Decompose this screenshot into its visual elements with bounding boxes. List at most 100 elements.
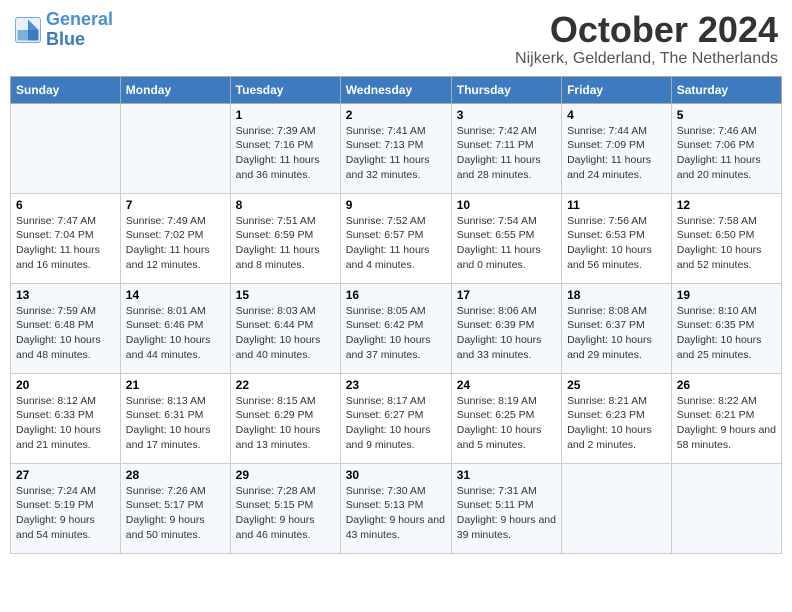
day-info: Sunrise: 8:06 AMSunset: 6:39 PMDaylight:…: [457, 304, 556, 363]
title-block: October 2024 Nijkerk, Gelderland, The Ne…: [515, 10, 778, 68]
day-info: Sunrise: 7:56 AMSunset: 6:53 PMDaylight:…: [567, 214, 666, 273]
calendar-cell: 27Sunrise: 7:24 AMSunset: 5:19 PMDayligh…: [11, 463, 121, 553]
calendar-cell: 12 Sunrise: 7:58 AMSunset: 6:50 PMDayligh…: [671, 193, 781, 283]
calendar-cell: 3 Sunrise: 7:42 AMSunset: 7:11 PMDaylight…: [451, 103, 561, 193]
calendar-cell: 25 Sunrise: 8:21 AMSunset: 6:23 PMDayligh…: [562, 373, 672, 463]
calendar-cell: 21 Sunrise: 8:13 AMSunset: 6:31 PMDayligh…: [120, 373, 230, 463]
day-info: Sunrise: 8:17 AMSunset: 6:27 PMDaylight:…: [346, 394, 446, 453]
calendar-cell: 8 Sunrise: 7:51 AMSunset: 6:59 PMDaylight…: [230, 193, 340, 283]
calendar-cell: 14Sunrise: 8:01 AMSunset: 6:46 PMDayligh…: [120, 283, 230, 373]
day-number: 9: [346, 198, 446, 212]
day-info: Sunrise: 7:46 AMSunset: 7:06 PMDaylight:…: [677, 124, 776, 183]
calendar-cell: [562, 463, 672, 553]
day-number: 11: [567, 198, 666, 212]
calendar-week-row: 27Sunrise: 7:24 AMSunset: 5:19 PMDayligh…: [11, 463, 782, 553]
calendar-cell: [120, 103, 230, 193]
day-info: Sunrise: 7:31 AMSunset: 5:11 PMDaylight:…: [457, 484, 556, 543]
day-info: Sunrise: 8:22 AMSunset: 6:21 PMDaylight:…: [677, 394, 776, 453]
day-number: 15: [236, 288, 335, 302]
calendar-cell: 23 Sunrise: 8:17 AMSunset: 6:27 PMDayligh…: [340, 373, 451, 463]
calendar-cell: 22Sunrise: 8:15 AMSunset: 6:29 PMDayligh…: [230, 373, 340, 463]
day-number: 4: [567, 108, 666, 122]
logo-line2: Blue: [46, 29, 85, 49]
calendar-cell: 13 Sunrise: 7:59 AMSunset: 6:48 PMDayligh…: [11, 283, 121, 373]
day-info: Sunrise: 7:42 AMSunset: 7:11 PMDaylight:…: [457, 124, 556, 183]
header-day-thursday: Thursday: [451, 76, 561, 103]
header-day-saturday: Saturday: [671, 76, 781, 103]
calendar-cell: 5 Sunrise: 7:46 AMSunset: 7:06 PMDaylight…: [671, 103, 781, 193]
day-info: Sunrise: 8:10 AMSunset: 6:35 PMDaylight:…: [677, 304, 776, 363]
calendar-table: SundayMondayTuesdayWednesdayThursdayFrid…: [10, 76, 782, 554]
day-info: Sunrise: 7:51 AMSunset: 6:59 PMDaylight:…: [236, 214, 335, 273]
calendar-cell: [11, 103, 121, 193]
day-info: Sunrise: 7:41 AMSunset: 7:13 PMDaylight:…: [346, 124, 446, 183]
calendar-week-row: 13 Sunrise: 7:59 AMSunset: 6:48 PMDayligh…: [11, 283, 782, 373]
header-day-sunday: Sunday: [11, 76, 121, 103]
calendar-cell: 20Sunrise: 8:12 AMSunset: 6:33 PMDayligh…: [11, 373, 121, 463]
calendar-cell: 10 Sunrise: 7:54 AMSunset: 6:55 PMDayligh…: [451, 193, 561, 283]
logo-icon: [14, 16, 42, 44]
calendar-week-row: 1Sunrise: 7:39 AMSunset: 7:16 PMDaylight…: [11, 103, 782, 193]
logo: General Blue: [14, 10, 113, 50]
calendar-header-row: SundayMondayTuesdayWednesdayThursdayFrid…: [11, 76, 782, 103]
day-number: 21: [126, 378, 225, 392]
day-info: Sunrise: 7:54 AMSunset: 6:55 PMDaylight:…: [457, 214, 556, 273]
day-number: 31: [457, 468, 556, 482]
calendar-cell: 4 Sunrise: 7:44 AMSunset: 7:09 PMDaylight…: [562, 103, 672, 193]
header-day-tuesday: Tuesday: [230, 76, 340, 103]
day-number: 29: [236, 468, 335, 482]
day-info: Sunrise: 7:59 AMSunset: 6:48 PMDaylight:…: [16, 304, 115, 363]
day-info: Sunrise: 8:15 AMSunset: 6:29 PMDaylight:…: [236, 394, 335, 453]
day-info: Sunrise: 7:28 AMSunset: 5:15 PMDaylight:…: [236, 484, 335, 543]
day-info: Sunrise: 7:52 AMSunset: 6:57 PMDaylight:…: [346, 214, 446, 273]
calendar-week-row: 20Sunrise: 8:12 AMSunset: 6:33 PMDayligh…: [11, 373, 782, 463]
day-number: 28: [126, 468, 225, 482]
day-info: Sunrise: 7:47 AMSunset: 7:04 PMDaylight:…: [16, 214, 115, 273]
month-title: October 2024: [515, 10, 778, 50]
calendar-cell: 9 Sunrise: 7:52 AMSunset: 6:57 PMDaylight…: [340, 193, 451, 283]
day-number: 12: [677, 198, 776, 212]
day-number: 25: [567, 378, 666, 392]
calendar-cell: [671, 463, 781, 553]
day-info: Sunrise: 7:49 AMSunset: 7:02 PMDaylight:…: [126, 214, 225, 273]
logo-text: General Blue: [46, 10, 113, 50]
day-number: 3: [457, 108, 556, 122]
day-number: 18: [567, 288, 666, 302]
day-number: 23: [346, 378, 446, 392]
calendar-cell: 2 Sunrise: 7:41 AMSunset: 7:13 PMDaylight…: [340, 103, 451, 193]
location-title: Nijkerk, Gelderland, The Netherlands: [515, 50, 778, 68]
calendar-cell: 19 Sunrise: 8:10 AMSunset: 6:35 PMDayligh…: [671, 283, 781, 373]
calendar-cell: 16 Sunrise: 8:05 AMSunset: 6:42 PMDayligh…: [340, 283, 451, 373]
calendar-cell: 17Sunrise: 8:06 AMSunset: 6:39 PMDayligh…: [451, 283, 561, 373]
calendar-cell: 24 Sunrise: 8:19 AMSunset: 6:25 PMDayligh…: [451, 373, 561, 463]
day-number: 14: [126, 288, 225, 302]
day-info: Sunrise: 8:21 AMSunset: 6:23 PMDaylight:…: [567, 394, 666, 453]
day-info: Sunrise: 7:58 AMSunset: 6:50 PMDaylight:…: [677, 214, 776, 273]
day-info: Sunrise: 7:26 AMSunset: 5:17 PMDaylight:…: [126, 484, 225, 543]
calendar-cell: 28 Sunrise: 7:26 AMSunset: 5:17 PMDayligh…: [120, 463, 230, 553]
day-number: 1: [236, 108, 335, 122]
logo-line1: General: [46, 9, 113, 29]
day-info: Sunrise: 8:19 AMSunset: 6:25 PMDaylight:…: [457, 394, 556, 453]
day-number: 24: [457, 378, 556, 392]
header-day-wednesday: Wednesday: [340, 76, 451, 103]
day-number: 16: [346, 288, 446, 302]
calendar-cell: 26Sunrise: 8:22 AMSunset: 6:21 PMDayligh…: [671, 373, 781, 463]
day-info: Sunrise: 7:30 AMSunset: 5:13 PMDaylight:…: [346, 484, 446, 543]
day-number: 27: [16, 468, 115, 482]
header-day-friday: Friday: [562, 76, 672, 103]
calendar-cell: 7Sunrise: 7:49 AMSunset: 7:02 PMDaylight…: [120, 193, 230, 283]
day-info: Sunrise: 8:03 AMSunset: 6:44 PMDaylight:…: [236, 304, 335, 363]
calendar-cell: 29 Sunrise: 7:28 AMSunset: 5:15 PMDayligh…: [230, 463, 340, 553]
day-number: 2: [346, 108, 446, 122]
header-day-monday: Monday: [120, 76, 230, 103]
day-number: 19: [677, 288, 776, 302]
day-number: 5: [677, 108, 776, 122]
day-number: 13: [16, 288, 115, 302]
day-number: 8: [236, 198, 335, 212]
day-info: Sunrise: 7:44 AMSunset: 7:09 PMDaylight:…: [567, 124, 666, 183]
day-number: 10: [457, 198, 556, 212]
day-info: Sunrise: 8:05 AMSunset: 6:42 PMDaylight:…: [346, 304, 446, 363]
calendar-week-row: 6Sunrise: 7:47 AMSunset: 7:04 PMDaylight…: [11, 193, 782, 283]
day-info: Sunrise: 8:13 AMSunset: 6:31 PMDaylight:…: [126, 394, 225, 453]
